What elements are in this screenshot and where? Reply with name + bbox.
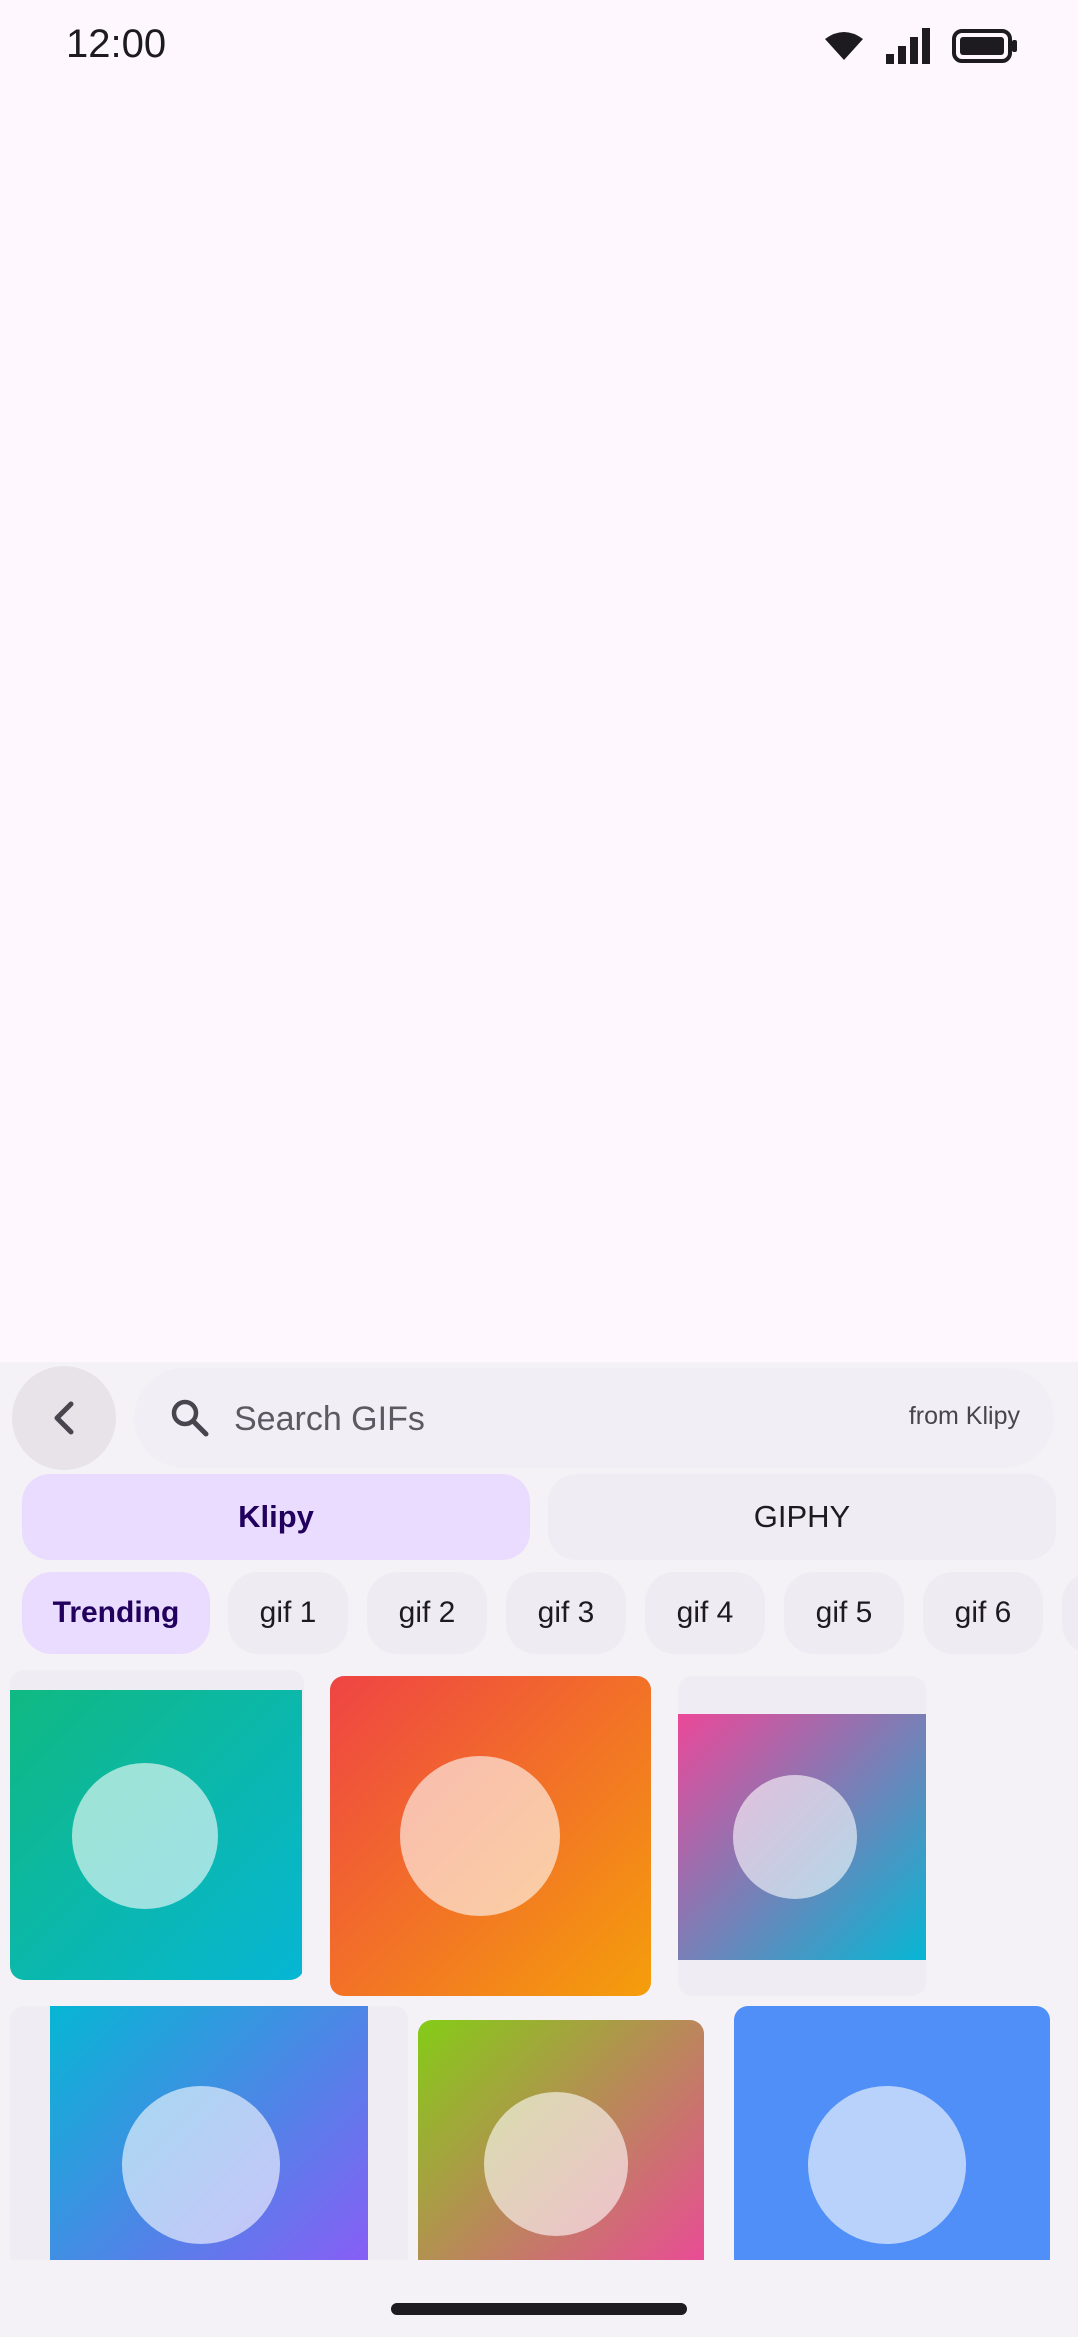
wifi-icon — [825, 32, 863, 60]
search-icon — [171, 1399, 209, 1437]
category-chips: Trending gif 1 gif 2 gif 3 gif 4 gif 5 g… — [0, 1572, 1078, 1656]
gif-image — [50, 2006, 368, 2260]
chip-label: Trending — [52, 1596, 180, 1629]
bottom-bar — [0, 2260, 1078, 2337]
gif-image — [10, 1690, 302, 1980]
chip-label: gif 1 — [259, 1596, 317, 1629]
chip-gif-2[interactable]: gif 2 — [367, 1572, 487, 1654]
chip-label: gif 5 — [815, 1596, 873, 1629]
status-bar: 12:00 — [0, 0, 1078, 96]
chip-trending[interactable]: Trending — [22, 1572, 210, 1654]
gif-circle — [484, 2092, 628, 2236]
gif-tile-2[interactable] — [330, 1676, 651, 1996]
chip-gif-1[interactable]: gif 1 — [228, 1572, 348, 1654]
chevron-left-icon — [54, 1401, 74, 1435]
tab-giphy[interactable]: GIPHY — [548, 1474, 1056, 1560]
chip-label: gif 6 — [954, 1596, 1012, 1629]
gif-circle — [400, 1756, 560, 1916]
gif-image — [678, 1714, 926, 1960]
gif-circle — [122, 2086, 280, 2244]
content-area — [0, 96, 1078, 1362]
tab-klipy[interactable]: Klipy — [22, 1474, 530, 1560]
status-icons — [824, 28, 1018, 64]
chip-label: gif 4 — [676, 1596, 734, 1629]
gif-circle — [72, 1763, 218, 1909]
gif-grid — [0, 1670, 1078, 2260]
chip-gif-3[interactable]: gif 3 — [506, 1572, 626, 1654]
chip-more[interactable] — [1062, 1572, 1078, 1654]
gif-tile-5[interactable] — [418, 2020, 704, 2260]
search-source-label: from Klipy — [908, 1402, 1020, 1430]
back-button[interactable] — [12, 1366, 116, 1470]
search-input[interactable] — [232, 1392, 756, 1446]
chip-gif-5[interactable]: gif 5 — [784, 1572, 904, 1654]
gif-circle — [808, 2086, 966, 2244]
gif-image — [418, 2020, 704, 2260]
signal-icon — [886, 28, 930, 64]
gif-tile-3[interactable] — [678, 1676, 926, 1996]
gif-circle — [733, 1775, 857, 1899]
tab-giphy-label: GIPHY — [753, 1499, 851, 1534]
chip-gif-4[interactable]: gif 4 — [645, 1572, 765, 1654]
status-time: 12:00 — [66, 22, 167, 66]
battery-icon — [952, 29, 1017, 63]
chip-label: gif 3 — [537, 1596, 595, 1629]
home-indicator[interactable] — [391, 2303, 687, 2315]
gif-tile-4[interactable] — [10, 2006, 408, 2260]
chip-gif-6[interactable]: gif 6 — [923, 1572, 1043, 1654]
gif-image — [734, 2006, 1050, 2260]
search-bar[interactable]: from Klipy — [134, 1368, 1054, 1468]
chip-label: gif 2 — [398, 1596, 456, 1629]
gif-tile-1[interactable] — [10, 1670, 304, 1980]
gif-image — [330, 1676, 651, 1996]
tab-klipy-label: Klipy — [238, 1499, 314, 1534]
gif-tile-6[interactable] — [734, 2006, 1050, 2260]
